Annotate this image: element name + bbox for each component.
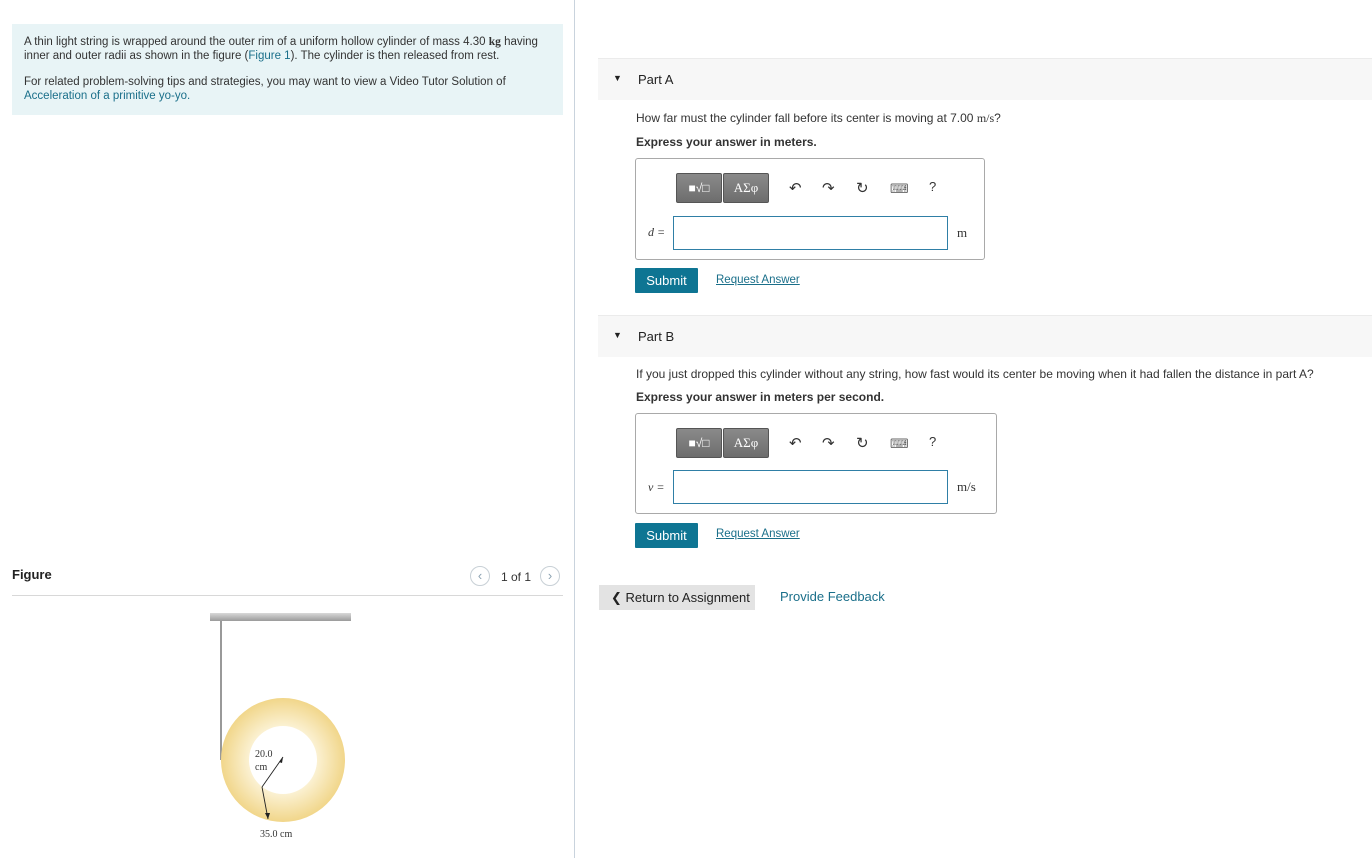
part-a-header[interactable]: ▼ Part A [598,58,1372,100]
problem-statement: A thin light string is wrapped around th… [12,24,563,115]
inner-hole [249,726,317,794]
part-b-request-answer-link[interactable]: Request Answer [716,528,800,540]
figure-count: 1 of 1 [501,570,532,584]
part-a-answer-input[interactable] [673,216,948,250]
help-label: ? [929,434,937,449]
help-label: ? [929,179,937,194]
return-label: Return to Assignment [625,590,750,605]
chevron-left-icon: ❮ [611,590,622,605]
part-b-header[interactable]: ▼ Part B [598,315,1372,357]
undo-icon[interactable]: ↶ [789,434,802,452]
part-b-submit-button[interactable]: Submit [635,523,698,548]
next-figure-button[interactable]: › [540,566,560,586]
ceiling [210,613,351,621]
templates-icon: ■√□ [688,436,710,450]
collapse-triangle-icon[interactable]: ▼ [613,73,622,83]
redo-icon[interactable]: ↷ [822,179,835,197]
part-a-instruction: Express your answer in meters. [636,135,817,149]
part-b-variable: v = [648,480,665,494]
part-a-unit: m [957,225,968,240]
part-b-title: Part B [638,329,675,344]
part-a-question: How far must the cylinder fall before it… [636,111,1001,126]
chevron-right-icon: › [547,568,553,583]
help-icon[interactable]: ? [929,434,936,449]
part-a-answer-box: ■√□ ΑΣφ ↶ ↷ ↻ ⌨ ? d = m [635,158,985,260]
video-tutor-link[interactable]: Acceleration of a primitive yo-yo. [24,90,190,102]
problem-text: A thin light string is wrapped around th… [24,35,551,63]
keyboard-icon[interactable]: ⌨ [890,436,909,452]
problem-text-part1: A thin light string is wrapped around th… [24,36,489,48]
part-a-request-answer-link[interactable]: Request Answer [716,274,800,286]
figure-title: Figure [12,567,52,582]
inner-radius-unit: cm [255,762,267,773]
templates-icon: ■√□ [688,181,710,195]
tips-text: For related problem-solving tips and str… [24,75,551,103]
reset-icon[interactable]: ↻ [856,434,869,452]
greek-symbols-button[interactable]: ΑΣφ [723,173,769,203]
tips-label: For related problem-solving tips and str… [24,76,506,88]
reset-icon[interactable]: ↻ [856,179,869,197]
part-b-answer-box: ■√□ ΑΣφ ↶ ↷ ↻ ⌨ ? v = m/s [635,413,997,514]
help-icon[interactable]: ? [929,179,936,194]
cylinder-figure: 20.0 cm 35.0 cm [210,613,351,840]
inner-radius-value: 20.0 [255,749,273,760]
part-a-question-text: How far must the cylinder fall before it… [636,111,977,125]
part-a-question-unit: m/s [976,111,995,125]
part-a-question-mark: ? [994,111,1001,125]
greek-symbols-icon: ΑΣφ [733,180,759,195]
figure-link[interactable]: Figure 1 [248,50,290,62]
part-b-unit: m/s [957,479,976,494]
redo-icon[interactable]: ↷ [822,434,835,452]
keyboard-icon[interactable]: ⌨ [890,181,909,197]
templates-button[interactable]: ■√□ [676,173,722,203]
figure-header: Figure ‹ 1 of 1 › [12,566,563,596]
problem-text-part3: ). The cylinder is then released from re… [290,50,500,62]
chevron-left-icon: ‹ [477,568,483,583]
undo-icon[interactable]: ↶ [789,179,802,197]
greek-symbols-icon: ΑΣφ [733,435,759,450]
part-b-question: If you just dropped this cylinder withou… [636,367,1314,381]
problem-panel: A thin light string is wrapped around th… [0,0,575,858]
part-a-title: Part A [638,72,674,87]
outer-radius-label: 35.0 cm [260,829,292,840]
provide-feedback-link[interactable]: Provide Feedback [780,589,885,604]
collapse-triangle-icon[interactable]: ▼ [613,330,622,340]
prev-figure-button[interactable]: ‹ [470,566,490,586]
mass-unit: kg [488,36,501,48]
greek-symbols-button[interactable]: ΑΣφ [723,428,769,458]
part-b-answer-input[interactable] [673,470,948,504]
part-b-instruction: Express your answer in meters per second… [636,390,885,404]
return-to-assignment-button[interactable]: ❮ Return to Assignment [599,585,755,610]
templates-button[interactable]: ■√□ [676,428,722,458]
part-a-submit-button[interactable]: Submit [635,268,698,293]
part-a-variable: d = [648,225,666,239]
